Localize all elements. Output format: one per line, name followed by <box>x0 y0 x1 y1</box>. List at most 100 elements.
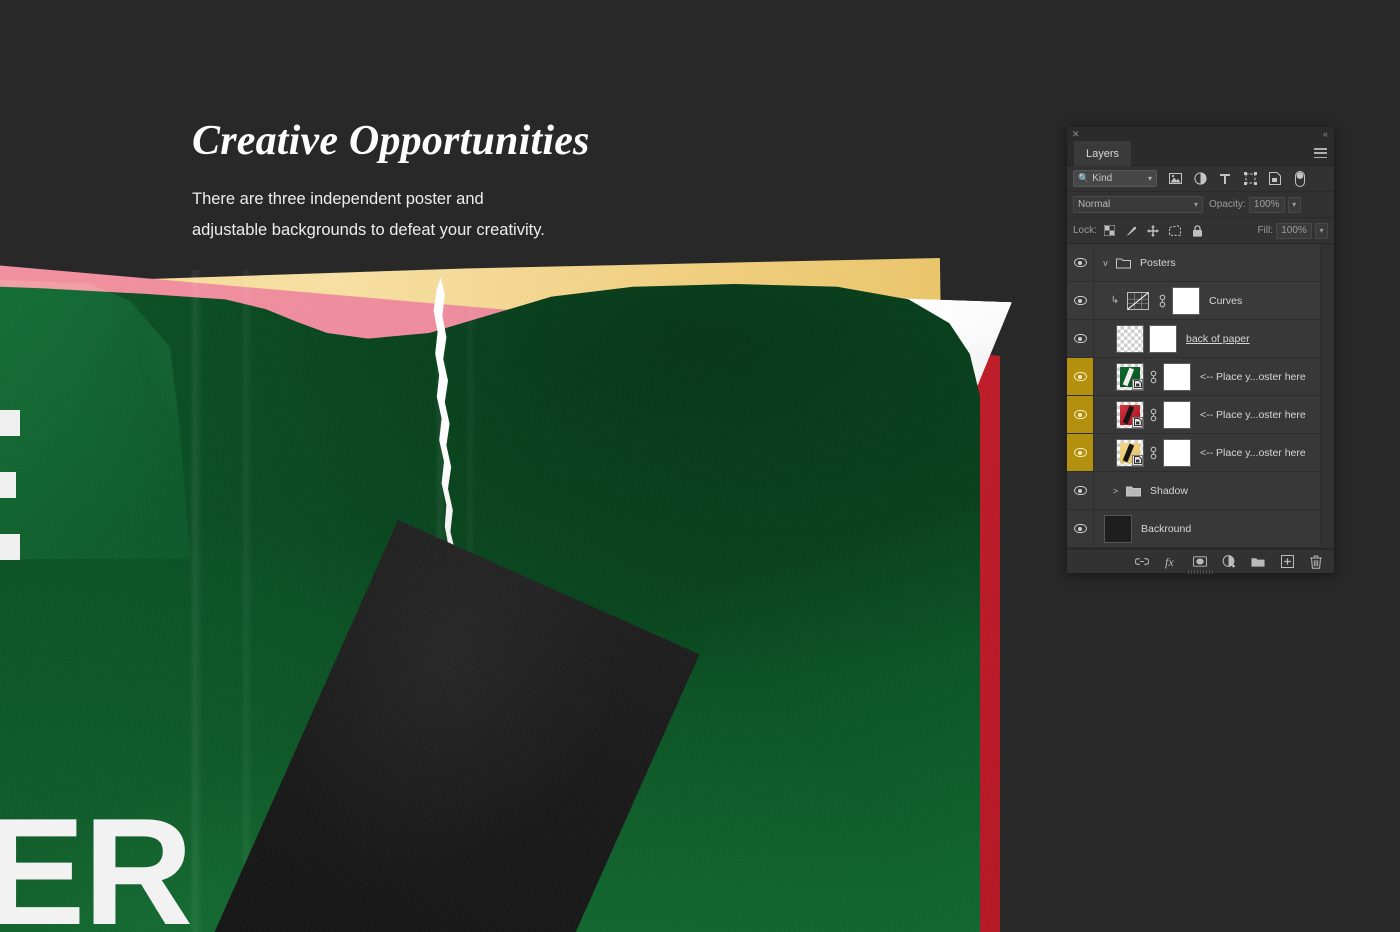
link-icon[interactable] <box>1149 446 1158 460</box>
poster-letter-mark <box>0 472 16 498</box>
delete-layer-icon[interactable] <box>1309 555 1323 569</box>
layer-name: <-- Place y...oster here <box>1200 370 1306 383</box>
layer-mask-thumbnail[interactable] <box>1172 286 1200 315</box>
layer-style-fx-icon[interactable]: fx <box>1164 555 1178 569</box>
layer-visibility-toggle[interactable] <box>1067 396 1094 433</box>
fill-input[interactable]: 100% <box>1276 222 1312 239</box>
filter-type-icons <box>1168 170 1307 187</box>
filter-kind-label: Kind <box>1092 173 1113 184</box>
chevron-down-icon[interactable]: v <box>1100 258 1111 268</box>
new-group-icon[interactable] <box>1251 555 1265 569</box>
link-icon[interactable] <box>1149 370 1158 384</box>
layers-panel-footer: fx <box>1067 549 1334 574</box>
promo-body-line-1: There are three independent poster and <box>192 190 484 209</box>
poster-black-diagonal-shape <box>170 520 700 932</box>
panel-resize-grip[interactable] <box>1187 570 1214 574</box>
layer-visibility-toggle[interactable] <box>1067 510 1094 547</box>
layers-panel: ✕ « Layers 🔍 Kind ▾ Normal ▾ Opacity: 10… <box>1067 127 1334 574</box>
link-icon[interactable] <box>1149 408 1158 422</box>
layer-list-scrollbar[interactable] <box>1320 244 1334 548</box>
lock-label: Lock: <box>1073 225 1097 236</box>
layer-visibility-toggle[interactable] <box>1067 320 1094 357</box>
smart-object-thumbnail[interactable] <box>1116 362 1144 391</box>
smart-object-badge-icon <box>1132 454 1143 466</box>
smart-object-badge-icon <box>1132 378 1143 390</box>
layer-row[interactable]: v Posters <box>1067 244 1334 282</box>
folder-icon <box>1116 257 1131 269</box>
smart-object-thumbnail[interactable] <box>1116 438 1144 467</box>
chevron-down-icon[interactable]: ▾ <box>1287 196 1301 213</box>
layer-row[interactable]: back of paper <box>1067 320 1334 358</box>
poster-letter-mark <box>0 410 20 436</box>
lock-transparent-pixels-icon[interactable] <box>1103 224 1116 237</box>
smart-object-thumbnail[interactable] <box>1116 400 1144 429</box>
layer-row-body: back of paper <box>1094 324 1334 353</box>
filter-kind-select[interactable]: 🔍 Kind ▾ <box>1073 170 1157 187</box>
layer-visibility-toggle[interactable] <box>1067 282 1094 319</box>
layer-name: Backround <box>1141 522 1192 535</box>
add-layer-mask-icon[interactable] <box>1193 555 1207 569</box>
layer-row-body: Backround <box>1094 514 1334 543</box>
blend-mode-value: Normal <box>1078 199 1111 210</box>
double-chevron-left-icon[interactable]: « <box>1323 128 1328 140</box>
layer-row[interactable]: > Shadow <box>1067 472 1334 510</box>
lock-image-pixels-icon[interactable] <box>1125 224 1138 237</box>
filter-pixel-layers-icon[interactable] <box>1168 172 1182 186</box>
chevron-right-icon[interactable]: > <box>1110 486 1121 496</box>
link-icon[interactable] <box>1158 294 1167 308</box>
eye-icon <box>1073 258 1087 267</box>
clipping-mask-arrow-icon: ↳ <box>1110 295 1120 306</box>
layer-row[interactable]: Backround <box>1067 510 1334 548</box>
layer-mask-thumbnail[interactable] <box>1163 362 1191 391</box>
lock-artboard-nesting-icon[interactable] <box>1169 224 1182 237</box>
paper-texture-overlay <box>0 262 600 932</box>
fill-group: Fill: 100% ▾ <box>1257 222 1328 239</box>
svg-text:fx: fx <box>1165 555 1174 569</box>
layer-row[interactable]: <-- Place y...oster here <box>1067 434 1334 472</box>
poster-sheet-green <box>0 284 980 932</box>
lock-position-icon[interactable] <box>1147 224 1160 237</box>
filter-adjustment-layers-icon[interactable] <box>1193 172 1207 186</box>
paper-texture-overlay <box>0 258 950 932</box>
opacity-input[interactable]: 100% <box>1248 196 1285 213</box>
blend-mode-select[interactable]: Normal ▾ <box>1073 196 1203 213</box>
layer-visibility-toggle[interactable] <box>1067 244 1094 281</box>
poster-letter-mark <box>0 534 20 560</box>
layer-name: Posters <box>1140 256 1176 269</box>
layer-visibility-toggle[interactable] <box>1067 472 1094 509</box>
eye-icon <box>1073 486 1087 495</box>
new-adjustment-layer-icon[interactable] <box>1222 554 1236 569</box>
layer-mask-thumbnail[interactable] <box>1163 400 1191 429</box>
link-layers-icon[interactable] <box>1135 555 1149 569</box>
promo-heading: Creative Opportunities <box>192 118 590 164</box>
layer-row-body: <-- Place y...oster here <box>1094 362 1334 391</box>
chevron-down-icon[interactable]: ▾ <box>1315 222 1328 239</box>
layer-thumbnail[interactable] <box>1116 324 1144 353</box>
filter-smart-object-icon[interactable] <box>1268 172 1282 186</box>
filter-toggle-switch-icon[interactable] <box>1293 170 1307 187</box>
new-layer-icon[interactable] <box>1280 555 1294 569</box>
poster-sheet-red <box>560 303 1000 932</box>
close-icon[interactable]: ✕ <box>1072 128 1080 140</box>
layer-visibility-toggle[interactable] <box>1067 434 1094 471</box>
tab-layers[interactable]: Layers <box>1074 141 1132 166</box>
promo-body-line-2: adjustable backgrounds to defeat your cr… <box>192 220 545 239</box>
lock-icon-group <box>1103 224 1204 237</box>
chevron-down-icon: ▾ <box>1193 200 1198 209</box>
layer-mask-thumbnail[interactable] <box>1149 324 1177 353</box>
curves-adjustment-thumbnail[interactable] <box>1125 287 1153 315</box>
eye-icon <box>1073 296 1087 305</box>
filter-shape-layers-icon[interactable] <box>1243 172 1257 186</box>
layer-row[interactable]: <-- Place y...oster here <box>1067 396 1334 434</box>
layer-row[interactable]: <-- Place y...oster here <box>1067 358 1334 396</box>
hamburger-menu-icon[interactable] <box>1314 148 1327 158</box>
layer-name: <-- Place y...oster here <box>1200 408 1306 421</box>
layer-list: v Posters ↳ Curves back of paper <-- Pla… <box>1067 244 1334 549</box>
lock-row: Lock: Fill: 100% ▾ <box>1067 218 1334 244</box>
layer-thumbnail[interactable] <box>1104 514 1132 543</box>
layer-row[interactable]: ↳ Curves <box>1067 282 1334 320</box>
filter-type-layers-icon[interactable] <box>1218 172 1232 186</box>
layer-visibility-toggle[interactable] <box>1067 358 1094 395</box>
layer-mask-thumbnail[interactable] <box>1163 438 1191 467</box>
lock-all-icon[interactable] <box>1191 224 1204 237</box>
